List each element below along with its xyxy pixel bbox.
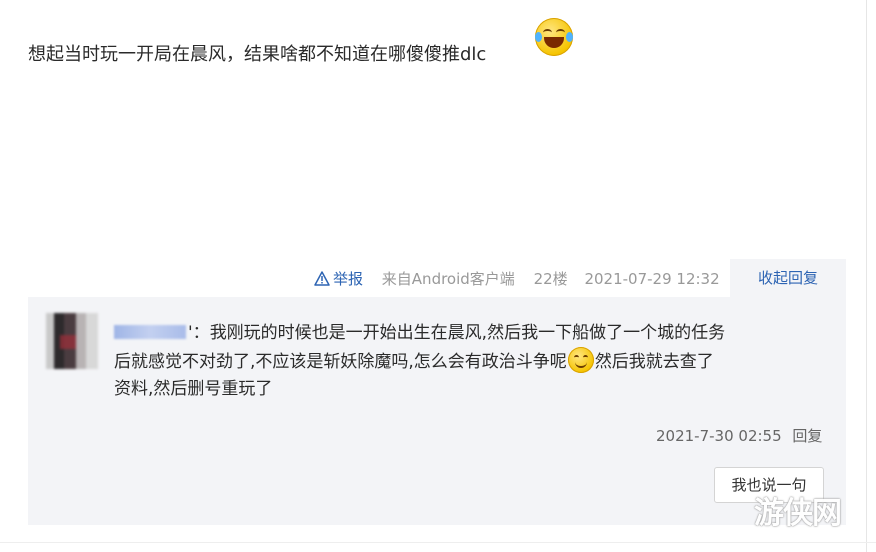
report-link[interactable]: 举报	[314, 268, 363, 290]
laughing-emoji-icon	[535, 18, 573, 56]
reply-text-2b: 然后我就去查了	[594, 352, 714, 372]
smile-emoji-icon	[567, 347, 594, 373]
username-blurred[interactable]	[114, 325, 186, 339]
avatar[interactable]	[46, 313, 98, 369]
post-content: 想起当时玩一开局在晨风，结果啥都不知道在哪傻傻推dlc	[28, 44, 487, 65]
warning-icon	[314, 271, 330, 286]
post-datetime: 2021-07-29 12:32	[584, 270, 720, 288]
reply-meta: 2021-7-30 02:55 回复	[656, 425, 822, 447]
reply-line-2: 后就感觉不对劲了,不应该是斩妖除魔吗,怎么会有政治斗争呢 然后我就去查了	[114, 347, 828, 376]
reply-text-3: 资料,然后删号重玩了	[114, 379, 273, 399]
report-label: 举报	[333, 270, 364, 288]
content-border	[866, 0, 867, 552]
divider	[0, 542, 876, 543]
reply-link[interactable]: 回复	[792, 427, 822, 445]
post-meta: 举报 来自Android客户端 22楼 2021-07-29 12:32	[314, 268, 720, 290]
reply-line-3: 资料,然后删号重玩了	[114, 376, 828, 403]
client-source: 来自Android客户端	[381, 270, 515, 288]
reply-datetime: 2021-7-30 02:55	[656, 427, 782, 445]
collapse-reply-button[interactable]: 收起回复	[730, 259, 846, 297]
floor-number: 22楼	[533, 270, 568, 288]
reply-content: '：我刚玩的时候也是一开始出生在晨风,然后我一下船做了一个城的任务 后就感觉不对…	[114, 320, 828, 403]
reply-line-1: '：我刚玩的时候也是一开始出生在晨风,然后我一下船做了一个城的任务	[188, 320, 828, 347]
reply-text-2a: 后就感觉不对劲了,不应该是斩妖除魔吗,怎么会有政治斗争呢	[114, 352, 567, 372]
watermark-logo: 游侠网	[754, 496, 842, 531]
reply-text-1: 我刚玩的时候也是一开始出生在晨风,然后我一下船做了一个城的任务	[209, 323, 726, 343]
username-separator: '：	[188, 323, 210, 343]
